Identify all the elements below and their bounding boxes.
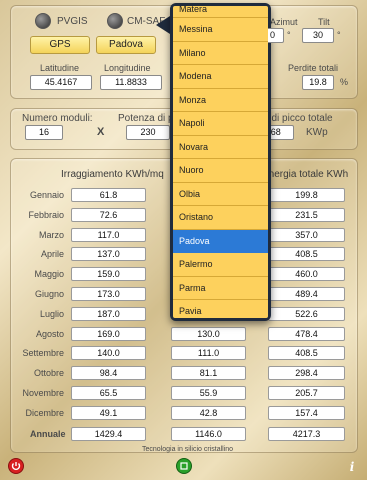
losses-input[interactable]: 19.8 [302,75,334,90]
azimut-unit: ° [287,30,291,40]
energy-cell: 489.4 [268,287,345,301]
city-option[interactable]: Parma [173,277,268,300]
energy-cell: 460.0 [268,267,345,282]
irradiation-cell: 98.4 [71,366,146,381]
energy-cell: 478.4 [268,326,345,341]
irradiation-cell: 169.0 [71,326,146,341]
tilt-input[interactable]: 30 [302,28,334,43]
city-option[interactable]: Palermo [173,253,268,277]
irradiation-cell: 173.0 [71,287,146,301]
month-label: Settembre [22,348,64,359]
city-option[interactable]: Olbia [173,183,268,206]
total-power-unit: KWp [306,127,328,138]
info-icon[interactable]: i [347,461,357,473]
month-label: Agosto [35,328,64,339]
losses-unit: % [340,77,349,87]
city-option[interactable]: Novara [173,136,268,159]
cmsaf-radio[interactable] [107,13,123,29]
irradiation-cell: 140.0 [71,346,146,361]
peak-power-input[interactable]: 230 [126,125,170,140]
energy-cell: 205.7 [268,386,345,400]
annual-mid: 1146.0 [171,427,246,441]
month-label: Dicembre [25,407,64,418]
irradiation-cell: 61.8 [71,188,146,202]
mid-cell: 42.8 [171,405,246,420]
longitude-label: Longitudine [104,63,151,73]
mid-cell: 111.0 [171,346,246,361]
energy-cell: 231.5 [268,207,345,222]
city-option[interactable]: Modena [173,65,268,89]
city-option[interactable]: Oristano [173,206,268,230]
modules-count-input[interactable]: 16 [25,125,63,140]
modules-count-label: Numero moduli: [22,113,93,124]
city-option[interactable]: Pavia [173,300,268,318]
losses-label: Perdite totali [288,63,339,73]
irradiation-cell: 117.0 [71,227,146,242]
energy-cell: 408.5 [268,247,345,262]
energy-cell: 408.5 [268,346,345,361]
energy-cell: 298.4 [268,366,345,381]
energy-cell: 357.0 [268,227,345,242]
city-option[interactable]: Monza [173,89,268,112]
city-option[interactable]: Padova [173,229,268,253]
mid-cell: 130.0 [171,326,246,341]
pvgis-label: PVGIS [57,16,88,27]
latitude-label: Latitudine [40,63,80,73]
irradiation-cell: 72.6 [71,207,146,222]
latitude-field[interactable]: 45.4167 [30,75,92,90]
month-label: Aprile [40,249,64,260]
energy-cell: 522.6 [268,306,345,321]
irradiation-cell: 187.0 [71,306,146,321]
energy-header: Energia totale KWh [262,169,349,180]
irradiation-cell: 49.1 [71,405,146,420]
city-button[interactable]: Padova [96,36,156,54]
month-label: Ottobre [33,368,64,379]
irradiation-cell: 159.0 [71,267,146,282]
city-option[interactable]: Matera [173,6,268,18]
month-label: Marzo [38,229,64,240]
azimut-label: Azimut [270,17,298,27]
tilt-unit: ° [337,30,341,40]
month-label: Novembre [22,388,64,398]
irradiation-cell: 65.5 [71,386,146,400]
azimut-input[interactable]: 0 [268,28,284,43]
tilt-label: Tilt [318,17,330,27]
city-option[interactable]: Napoli [173,112,268,136]
month-label: Febbraio [28,209,64,220]
city-option[interactable]: Messina [173,18,268,42]
annual-label: Annuale [30,429,66,439]
pvgis-radio[interactable] [35,13,51,29]
city-picker-list[interactable]: Matera Messina Milano Modena Monza Napoli Nov… [173,6,268,318]
month-label: Luglio [39,308,64,319]
mid-cell: 55.9 [171,386,246,400]
technology-note: Tecnologia in silicio cristallino [142,446,234,453]
popover-arrow [156,16,170,34]
month-label: Giugno [34,289,64,299]
gps-button[interactable]: GPS [30,36,90,54]
annual-energy: 4217.3 [268,427,345,441]
energy-cell: 199.8 [268,188,345,202]
month-label: Gennaio [29,190,64,200]
city-option[interactable]: Nuoro [173,159,268,183]
multiply-sign: X [97,126,105,138]
month-label: Maggio [34,269,64,280]
recycle-icon[interactable] [177,459,191,473]
energy-cell: 157.4 [268,405,345,420]
irradiation-header: Irraggiamento KWh/mq [61,169,164,180]
longitude-field[interactable]: 11.8833 [100,75,162,90]
irradiation-cell: 137.0 [71,247,146,262]
power-icon[interactable] [9,459,23,473]
mid-cell: 81.1 [171,366,246,381]
annual-irradiation: 1429.4 [71,427,146,441]
city-option[interactable]: Milano [173,42,268,65]
